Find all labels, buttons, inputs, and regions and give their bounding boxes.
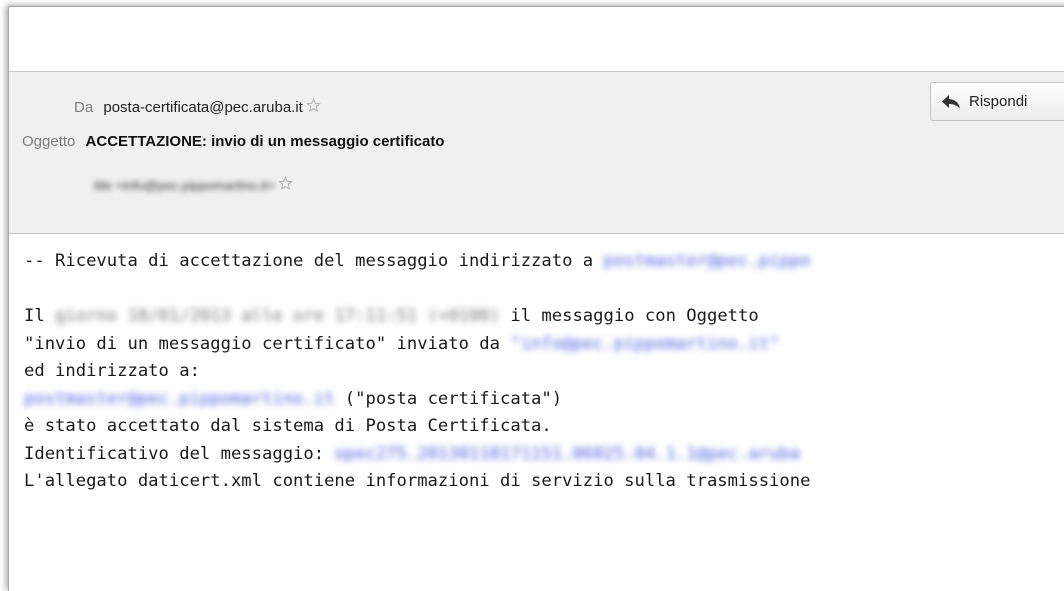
body-line-7: è stato accettato dal sistema di Posta C… [24,416,552,436]
date-time-blurred: giorno 18/01/2013 alle ore 17:11:51 (+01… [55,306,501,326]
reply-button[interactable]: Rispondi [930,82,1064,121]
addressee-link[interactable]: postmaster@pec.pippomartino.it [24,389,334,409]
from-address[interactable]: posta-certificata@pec.aruba.it [103,99,303,116]
to-address-blurred[interactable]: Me <info@pec.pippomartino.it> [94,178,275,193]
body-line-4: "invio di un messaggio certificato" invi… [24,334,779,354]
star-outline-icon[interactable] [278,176,293,191]
message-header: Da posta-certificata@pec.aruba.it Oggett… [9,72,1064,234]
from-label: Da [74,99,94,116]
receipt-intro-text: -- Ricevuta di accettazione del messaggi… [24,251,604,271]
subject-label: Oggetto [22,133,76,150]
message-text: -- Ricevuta di accettazione del messaggi… [24,248,810,496]
message-id-link[interactable]: opec275.20130118171151.06025.04.1.1@pec.… [334,444,800,464]
star-outline-icon[interactable] [306,98,321,113]
date-prefix-text: Il [24,306,56,326]
message-body: -- Ricevuta di accettazione del messaggi… [9,234,1064,591]
message-id-label: Identificativo del messaggio: [24,443,335,464]
subject-row: Oggetto ACCETTAZIONE: invio di un messag… [22,133,444,150]
subject-value: ACCETTAZIONE: invio di un messaggio cert… [85,133,445,150]
sent-by-text: "invio di un messaggio certificato" invi… [24,333,511,354]
subject-intro-text: il messaggio con Oggetto [500,306,759,326]
sender-link[interactable]: "info@pec.pippomartino.it" [510,334,779,354]
to-row: Me <info@pec.pippomartino.it> [94,176,293,194]
body-line-3: Il giorno 18/01/2013 alle ore 17:11:51 (… [24,306,759,326]
email-viewer-window: Da posta-certificata@pec.aruba.it Oggett… [8,6,1064,591]
body-line-1: -- Ricevuta di accettazione del messaggi… [24,251,810,271]
certified-mail-note: ("posta certificata") [334,388,563,409]
body-line-5: ed indirizzato a: [24,361,200,381]
body-line-9: L'allegato daticert.xml contiene informa… [24,471,811,491]
top-toolbar [9,7,1064,72]
from-row: Da posta-certificata@pec.aruba.it [74,98,321,116]
reply-label: Rispondi [969,93,1028,110]
recipient-link[interactable]: postmaster@pec.pippo [603,251,810,271]
reply-arrow-icon [942,94,960,108]
body-line-6: postmaster@pec.pippomartino.it ("posta c… [24,389,562,409]
body-line-8: Identificativo del messaggio: opec275.20… [24,444,800,464]
